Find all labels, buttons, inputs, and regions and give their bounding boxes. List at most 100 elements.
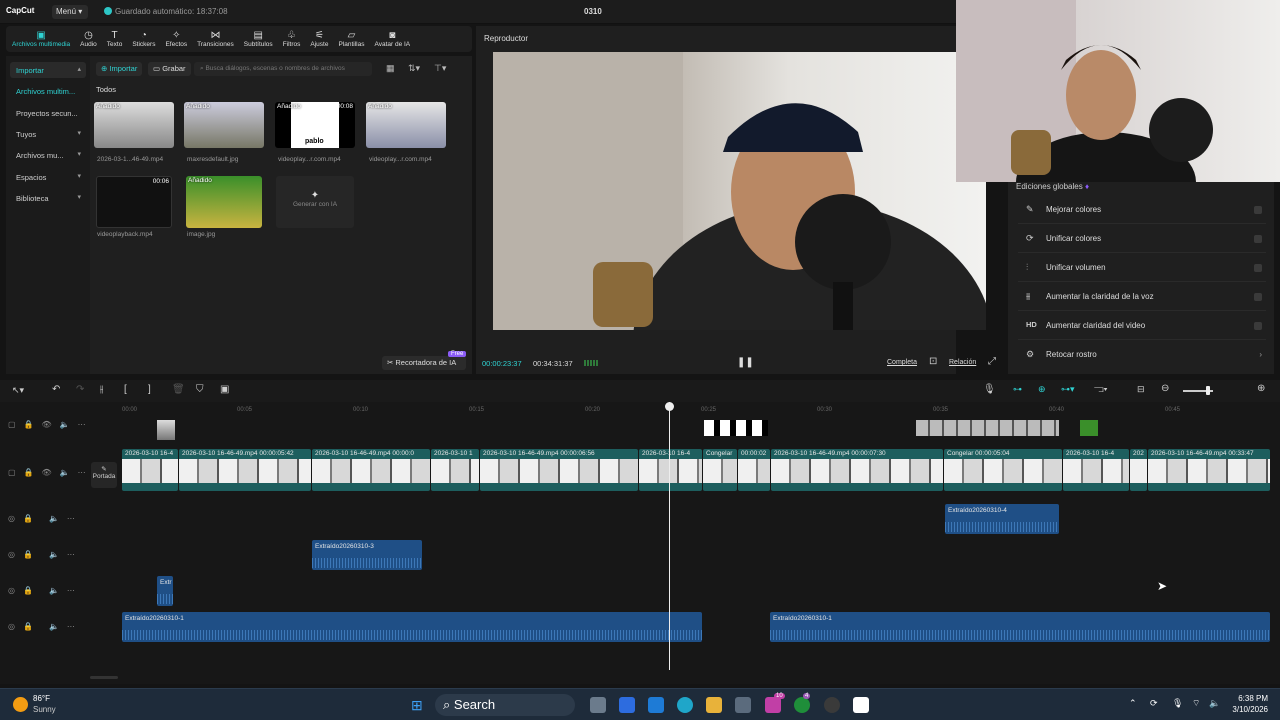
audio-clip[interactable]: Extraído20260310-1 — [770, 612, 1270, 642]
track-controls[interactable]: ◎ 🔒 🔈 ⋯ — [8, 550, 75, 559]
sidebar-item-media-files[interactable]: Archivos mu... ▾ — [10, 147, 86, 163]
zoom-out-icon[interactable]: ⊖ — [1161, 383, 1169, 394]
subtitle-icon[interactable]: ⊟ — [1137, 384, 1145, 395]
sidebar-item-library[interactable]: Biblioteca ▾ — [10, 190, 86, 206]
media-item[interactable]: 00:06 — [96, 176, 172, 228]
audio-clip[interactable]: Extraído20260310-3 — [312, 540, 422, 570]
chevron-up-icon[interactable]: ⌃ — [1129, 698, 1137, 709]
timeline[interactable]: 00:00 00:05 00:10 00:15 00:20 00:25 00:3… — [0, 402, 1280, 684]
shield-icon[interactable]: ⛉ — [196, 384, 204, 395]
grid-view-icon[interactable]: ▦ — [386, 63, 395, 74]
crop-icon[interactable]: ▣ — [220, 384, 229, 395]
sync-icon[interactable]: ⟳ — [1150, 698, 1158, 709]
sidebar-item-subprojects[interactable]: Proyectos secun... — [10, 105, 86, 121]
main-clip[interactable]: 00:00:02 — [738, 449, 770, 491]
audio-clip[interactable]: Extraído20260310-1 — [122, 612, 702, 642]
screenshot-icon[interactable]: ⊡ — [929, 356, 937, 367]
main-clip[interactable]: 2026-03-10 16-46-49.mp4 00:00:06:56 — [480, 449, 638, 491]
media-item[interactable]: Añadido 00:08 pablo — [275, 102, 355, 148]
microphone-icon[interactable]: 🎙 — [1172, 698, 1183, 709]
option-video-clarity[interactable]: HD Aumentar claridad del video — [1018, 312, 1266, 340]
trim-left-icon[interactable]: [ — [124, 384, 127, 395]
task-view-icon[interactable] — [590, 697, 606, 713]
file-explorer-icon[interactable] — [706, 697, 722, 713]
track-controls[interactable]: ▢ 🔒 👁 🔈 ⋯ — [8, 468, 86, 477]
track-controls[interactable]: ◎ 🔒 🔈 ⋯ — [8, 586, 75, 595]
clock-date[interactable]: 3/10/2026 — [1226, 705, 1268, 714]
playhead[interactable] — [669, 402, 670, 670]
sort-icon[interactable]: ⇅▾ — [408, 63, 420, 74]
tool-audio[interactable]: ◷ Audio — [76, 26, 101, 52]
outlook-icon[interactable] — [648, 697, 664, 713]
filter-icon[interactable]: ⊤▾ — [434, 63, 446, 74]
tool-transitions[interactable]: ⋈ Transiciones — [193, 26, 238, 52]
messenger-icon[interactable] — [765, 697, 781, 713]
media-item[interactable]: Añadido — [184, 102, 264, 148]
volume-icon[interactable]: 🔈 — [1209, 698, 1220, 709]
toggle[interactable] — [1254, 264, 1262, 272]
tool-text[interactable]: T Texto — [103, 26, 127, 52]
tool-media[interactable]: ▣ Archivos multimedia — [8, 26, 74, 52]
edge-icon[interactable] — [677, 697, 693, 713]
generate-ai-button[interactable]: ✦ Generar con IA — [276, 176, 354, 228]
toggle[interactable] — [1254, 206, 1262, 214]
main-clip[interactable]: 2026-03-10 16-4 — [639, 449, 702, 491]
video-preview[interactable] — [493, 52, 993, 482]
ai-cutout-button[interactable]: ✂ Recortadora de IA — [382, 356, 466, 370]
menu-button[interactable]: Menú ▾ — [52, 5, 88, 19]
undo-icon[interactable]: ↶ — [52, 384, 60, 395]
media-item[interactable]: Añadido — [94, 102, 174, 148]
option-voice-clarity[interactable]: ⫵ Aumentar la claridad de la voz — [1018, 283, 1266, 311]
wifi-icon[interactable]: ⌔ — [1192, 698, 1200, 709]
main-clip[interactable]: 2026-03-10 16-46-49.mp4 00:00:05:42 — [179, 449, 311, 491]
main-clip[interactable]: 2026-03-10 16-46-49.mp4 00:00:07:30 — [771, 449, 943, 491]
link-icon[interactable]: ⊶ — [1013, 384, 1022, 395]
cover-button[interactable]: ✎ Portada — [91, 462, 117, 488]
xbox-icon[interactable] — [794, 697, 810, 713]
main-clip[interactable]: 2026-03-10 16-46-49.mp4 00:33:47 — [1148, 449, 1270, 491]
overlay-clip[interactable] — [704, 420, 768, 436]
redo-icon[interactable]: ↷ — [76, 384, 84, 395]
sidebar-item-import[interactable]: Importar ▴ — [10, 62, 86, 78]
main-clip[interactable]: 2026-03-10 16-4 — [122, 449, 178, 491]
track-controls[interactable]: ◎ 🔒 🔈 ⋯ — [8, 514, 75, 523]
trim-right-icon[interactable]: ] — [148, 384, 151, 395]
overlay-clip[interactable] — [916, 420, 1059, 436]
zoom-fit-icon[interactable]: ⊕ — [1257, 383, 1265, 394]
tool-filters[interactable]: ♧ Filtros — [279, 26, 305, 52]
import-button[interactable]: ⊕ Importar — [96, 62, 143, 76]
tool-ai-avatar[interactable]: ◙ Avatar de IA — [370, 26, 414, 52]
toggle[interactable] — [1254, 322, 1262, 330]
pause-icon[interactable]: ❚❚ — [737, 357, 754, 368]
track-controls[interactable]: ▢ 🔒 👁 🔈 ⋯ — [8, 420, 86, 429]
weather-icon[interactable] — [13, 697, 28, 712]
main-clip[interactable]: 2026-03-10 1 — [431, 449, 479, 491]
select-tool-icon[interactable]: ↖▾ — [12, 385, 24, 396]
horizontal-scrollbar[interactable] — [90, 676, 118, 679]
track-controls[interactable]: ◎ 🔒 🔈 ⋯ — [8, 622, 75, 631]
delete-icon[interactable]: 🗑 — [172, 384, 185, 395]
media-search-input[interactable]: ⌕ Busca diálogos, escenas o nombres de a… — [194, 62, 372, 76]
tool-effects[interactable]: ✧ Efectos — [161, 26, 191, 52]
option-unify-colors[interactable]: ⟳ Unificar colores — [1018, 225, 1266, 253]
tool-adjust[interactable]: ⚟ Ajuste — [306, 26, 332, 52]
overlay-clip[interactable] — [1080, 420, 1098, 436]
full-quality-button[interactable]: Completa — [887, 359, 917, 366]
sidebar-item-yours[interactable]: Tuyos ▾ — [10, 126, 86, 142]
audio-clip[interactable]: Extraído20260310-4 — [945, 504, 1059, 534]
ratio-button[interactable]: Relación — [949, 359, 976, 366]
fullscreen-icon[interactable]: ⤢ — [988, 356, 996, 367]
main-clip[interactable]: Congelar 00:00:05:04 — [944, 449, 1062, 491]
media-item[interactable]: Añadido — [186, 176, 262, 228]
main-clip[interactable]: Congelar — [703, 449, 737, 491]
obs-icon[interactable] — [824, 697, 840, 713]
main-clip[interactable]: 202 — [1130, 449, 1147, 491]
zoom-slider-handle[interactable] — [1206, 386, 1210, 395]
zoom-app-icon[interactable] — [619, 697, 635, 713]
microphone-icon[interactable]: 🎙 — [983, 384, 996, 395]
main-clip[interactable]: 2026-03-10 16-46-49.mp4 00:00:0 — [312, 449, 430, 491]
option-face-retouch[interactable]: ⚙ Retocar rostro › — [1018, 341, 1266, 369]
audio-clip[interactable]: Extr — [157, 576, 173, 606]
magnet-icon[interactable]: ⊕ — [1038, 384, 1046, 395]
store-icon[interactable] — [735, 697, 751, 713]
